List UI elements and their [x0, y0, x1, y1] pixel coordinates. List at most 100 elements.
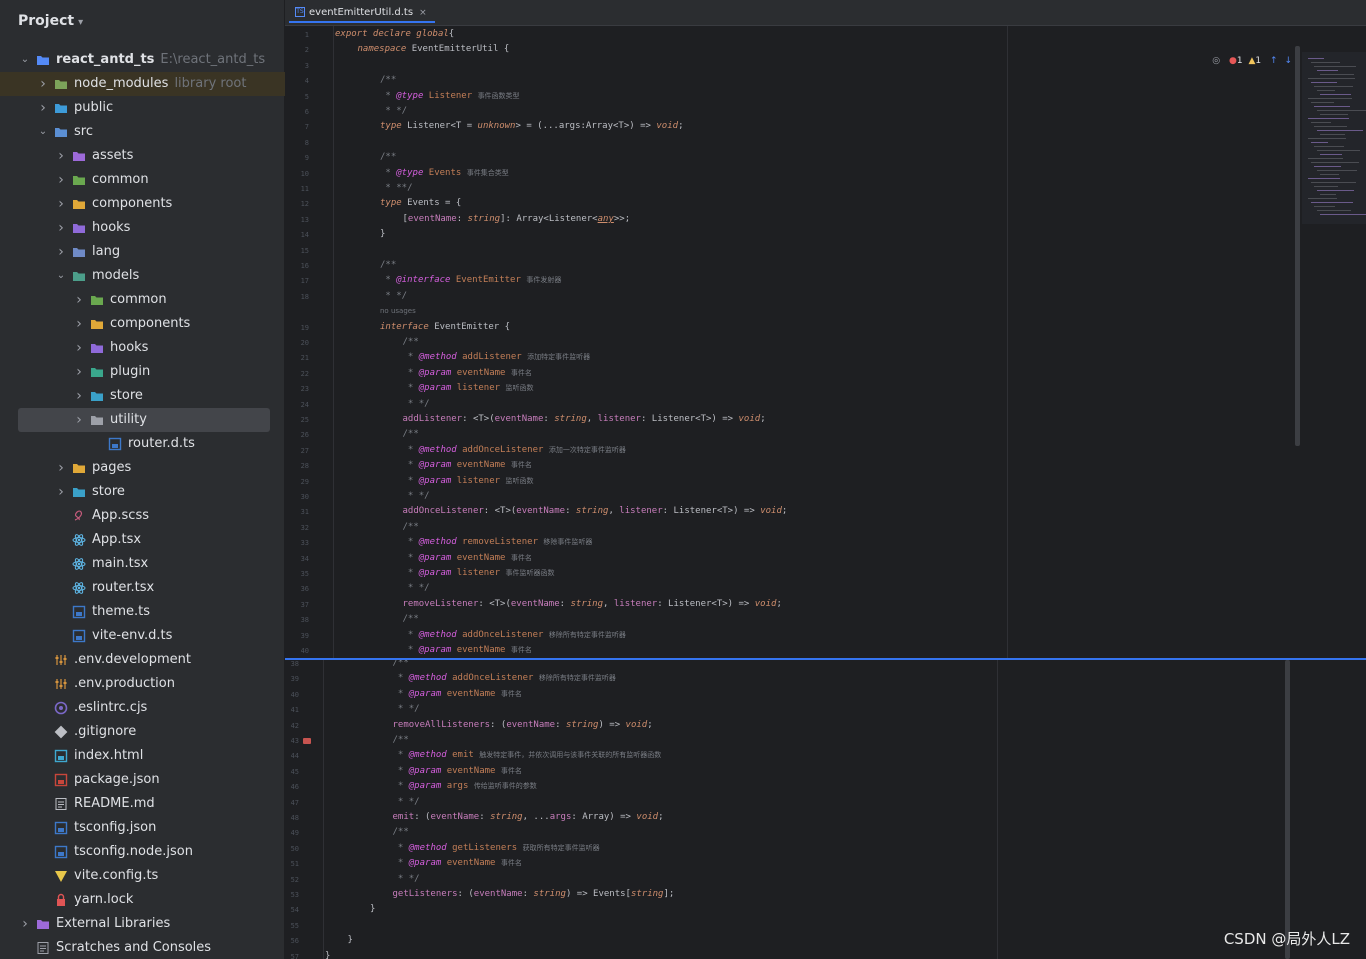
code-line[interactable]: /** — [393, 735, 409, 745]
tree-item[interactable]: › utility — [18, 408, 270, 432]
chevron-right-icon[interactable]: › — [38, 77, 48, 91]
code-line[interactable]: } — [380, 229, 385, 239]
code-line[interactable]: * */ — [393, 797, 420, 807]
chevron-right-icon[interactable]: › — [20, 917, 30, 931]
tree-item[interactable]: .env.development — [0, 648, 285, 672]
code-line[interactable]: * */ — [380, 106, 407, 116]
code-line[interactable]: no usages — [380, 306, 416, 316]
code-line[interactable]: /** — [380, 75, 396, 85]
editor-pane-top[interactable]: 1 export declare global{2 namespace EventE… — [285, 26, 1366, 658]
editor-pane-bottom[interactable]: 38 /** 39 * @method addOnceListener 移除所有特定… — [285, 660, 1366, 959]
chevron-right-icon[interactable]: › — [56, 173, 66, 187]
code-line[interactable]: /** — [380, 152, 396, 162]
bookmark-icon[interactable] — [303, 738, 311, 744]
tree-item[interactable]: App.scss — [0, 504, 285, 528]
tree-item[interactable]: › public — [0, 96, 285, 120]
code-line[interactable]: /** — [380, 260, 396, 270]
chevron-right-icon[interactable]: › — [56, 245, 66, 259]
tree-item[interactable]: ⌄ src — [0, 120, 285, 144]
tree-item[interactable]: .env.production — [0, 672, 285, 696]
code-line[interactable]: * @type Events 事件集合类型 — [380, 168, 508, 178]
chevron-right-icon[interactable]: › — [38, 101, 48, 115]
code-line[interactable]: * @param eventName 事件名 — [403, 553, 532, 563]
chevron-right-icon[interactable]: › — [74, 317, 84, 331]
eye-icon[interactable]: ◎ — [1212, 56, 1220, 66]
code-line[interactable]: export declare global{ — [335, 29, 454, 39]
chevron-right-icon[interactable]: › — [56, 485, 66, 499]
tree-item[interactable]: › components — [0, 312, 285, 336]
chevron-right-icon[interactable]: › — [74, 293, 84, 307]
code-line[interactable]: /** — [403, 522, 419, 532]
code-line[interactable]: * */ — [403, 583, 430, 593]
code-line[interactable]: * */ — [380, 291, 407, 301]
chevron-down-icon[interactable]: ⌄ — [20, 53, 30, 67]
tree-item[interactable]: › node_modules library root — [0, 72, 285, 96]
chevron-right-icon[interactable]: › — [74, 413, 84, 427]
inspection-widget[interactable]: ◎ ●1 ▲1 ↑ ↓ — [1212, 56, 1292, 66]
code-line[interactable]: * @param eventName 事件名 — [393, 858, 522, 868]
tree-item[interactable]: › lang — [0, 240, 285, 264]
tree-item[interactable]: › hooks — [0, 336, 285, 360]
tree-item[interactable]: › pages — [0, 456, 285, 480]
code-line[interactable]: * @param listener 事件监听器函数 — [403, 568, 555, 578]
tree-item[interactable]: › hooks — [0, 216, 285, 240]
code-line[interactable]: } — [370, 904, 375, 914]
code-line[interactable]: } — [325, 951, 330, 959]
tree-item[interactable]: theme.ts — [0, 600, 285, 624]
tree-item[interactable]: vite.config.ts — [0, 864, 285, 888]
tree-item[interactable]: › store — [0, 480, 285, 504]
code-line[interactable]: type Listener<T = unknown> = (...args:Ar… — [380, 121, 683, 131]
tree-item[interactable]: › plugin — [0, 360, 285, 384]
code-line[interactable]: * @type Listener 事件函数类型 — [380, 91, 519, 101]
code-line[interactable]: addOnceListener: <T>(eventName: string, … — [403, 506, 788, 516]
project-panel-title[interactable]: Project ▾ — [18, 13, 83, 29]
code-line[interactable]: /** — [393, 660, 409, 668]
tree-item[interactable]: ⌄ react_antd_ts E:\react_antd_ts — [0, 48, 285, 72]
scrollbar-vertical[interactable] — [1295, 46, 1300, 446]
code-line[interactable]: * @param eventName 事件名 — [393, 689, 522, 699]
tree-item[interactable]: main.tsx — [0, 552, 285, 576]
code-line[interactable]: * @param eventName 事件名 — [393, 766, 522, 776]
code-line[interactable]: emit: (eventName: string, ...args: Array… — [393, 812, 664, 822]
tree-item[interactable]: › common — [0, 168, 285, 192]
code-line[interactable]: * */ — [393, 704, 420, 714]
chevron-right-icon[interactable]: › — [74, 341, 84, 355]
tree-item[interactable]: index.html — [0, 744, 285, 768]
tree-item[interactable]: ⌄ models — [0, 264, 285, 288]
code-line[interactable]: * @method emit 触发特定事件，并依次调用与该事件关联的所有监听器函… — [393, 750, 661, 760]
code-line[interactable]: * @method addOnceListener 移除所有特定事件监听器 — [403, 630, 626, 640]
code-line[interactable]: * @param eventName 事件名 — [403, 460, 532, 470]
tree-item[interactable]: tsconfig.json — [0, 816, 285, 840]
code-line[interactable]: * @method addOnceListener 移除所有特定事件监听器 — [393, 673, 616, 683]
chevron-right-icon[interactable]: › — [56, 197, 66, 211]
code-line[interactable]: * @param listener 监听函数 — [403, 476, 534, 486]
code-line[interactable]: * @param eventName 事件名 — [403, 368, 532, 378]
code-line[interactable]: * */ — [403, 399, 430, 409]
tree-item[interactable]: › common — [0, 288, 285, 312]
code-line[interactable]: getListeners: (eventName: string) => Eve… — [393, 889, 675, 899]
code-line[interactable]: namespace EventEmitterUtil { — [358, 44, 510, 54]
tree-item[interactable]: › store — [0, 384, 285, 408]
tree-item[interactable]: › External Libraries — [0, 912, 285, 936]
tree-item[interactable]: .eslintrc.cjs — [0, 696, 285, 720]
tree-item[interactable]: vite-env.d.ts — [0, 624, 285, 648]
code-line[interactable]: /** — [403, 429, 419, 439]
tree-item[interactable]: router.d.ts — [0, 432, 285, 456]
tree-item[interactable]: tsconfig.node.json — [0, 840, 285, 864]
code-line[interactable]: * */ — [403, 491, 430, 501]
code-line[interactable]: /** — [393, 827, 409, 837]
code-line[interactable]: * @param args 传给监听事件的参数 — [393, 781, 537, 791]
tree-item[interactable]: README.md — [0, 792, 285, 816]
code-line[interactable]: * @method addListener 添加特定事件监听器 — [403, 352, 590, 362]
chevron-right-icon[interactable]: › — [74, 365, 84, 379]
tree-item[interactable]: › assets — [0, 144, 285, 168]
code-line[interactable]: * @interface EventEmitter 事件发射器 — [380, 275, 561, 285]
tree-item[interactable]: .gitignore — [0, 720, 285, 744]
code-line[interactable]: * @param listener 监听函数 — [403, 383, 534, 393]
chevron-right-icon[interactable]: › — [74, 389, 84, 403]
code-line[interactable]: removeAllListeners: (eventName: string) … — [393, 720, 653, 730]
tree-item[interactable]: router.tsx — [0, 576, 285, 600]
chevron-right-icon[interactable]: › — [56, 461, 66, 475]
code-line[interactable]: * @method removeListener 移除事件监听器 — [403, 537, 593, 547]
code-line[interactable]: /** — [403, 614, 419, 624]
